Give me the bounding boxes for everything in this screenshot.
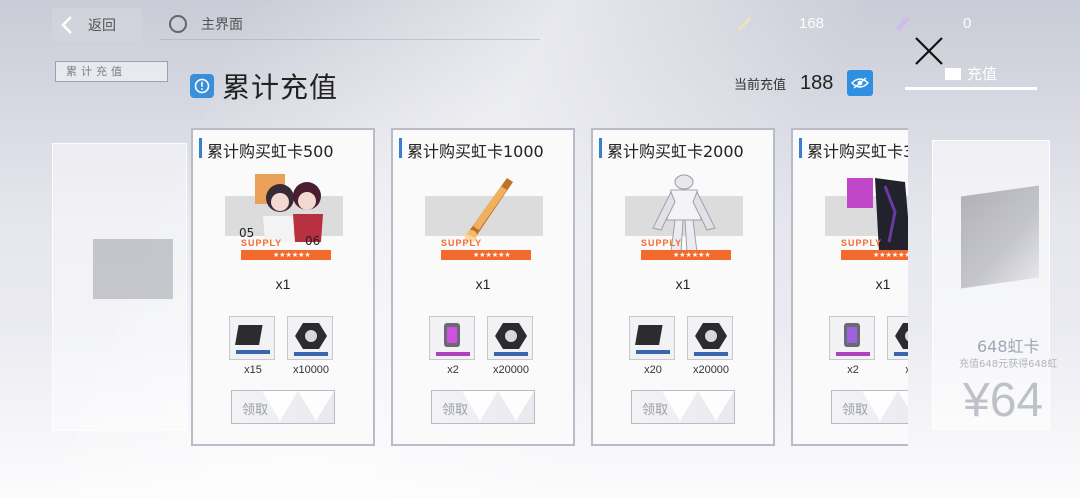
- claim-label: 领取: [642, 403, 669, 418]
- supply-label: SUPPLY: [241, 238, 283, 248]
- reward-card-title: 累计购买虹卡500: [199, 138, 369, 161]
- nut-icon: [687, 316, 733, 360]
- chip-icon: [229, 316, 275, 360]
- vial-icon: [829, 316, 875, 360]
- main-reward-item[interactable]: 05 06 SUPPLY ★★★★★★: [225, 172, 343, 262]
- home-icon: [169, 14, 187, 33]
- reward-card: 累计购买虹卡3 SUPPLY ★★★★★★ x1 x2 x 领取: [791, 128, 908, 446]
- reward-card-list[interactable]: 累计购买虹卡500 05 06 SUPPLY ★★★★★★ x1 x15 x10…: [188, 128, 908, 448]
- sub-reward-item[interactable]: x20000: [687, 316, 735, 376]
- sub-reward-qty: x15: [244, 364, 262, 376]
- current-topup: 当前充值 188: [734, 70, 874, 96]
- main-reward-qty: x1: [475, 276, 491, 292]
- background-tab-label: 累计充值: [55, 61, 168, 82]
- sub-reward-qty: x10000: [292, 364, 330, 376]
- badge-right: 06: [305, 234, 321, 248]
- tab-topup-label: 充值: [966, 65, 997, 83]
- visibility-toggle[interactable]: [847, 70, 874, 96]
- nut-icon: [887, 316, 908, 360]
- eye-icon: [851, 77, 870, 89]
- sub-reward-qty: x2: [847, 364, 859, 376]
- sub-reward-item[interactable]: x2: [429, 316, 477, 376]
- home-button[interactable]: 主界面: [160, 8, 540, 40]
- vial-icon: [429, 316, 475, 360]
- sub-reward-list: x2 x2: [829, 316, 908, 382]
- page-title: 累计充值: [222, 71, 339, 104]
- resource-gem: 168: [735, 14, 824, 32]
- sub-reward-list: x20 x20000: [629, 316, 741, 382]
- back-label: 返回: [88, 18, 116, 34]
- rarity-stars: ★★★★★★: [473, 251, 511, 259]
- background-card-price: ¥64: [963, 374, 1044, 427]
- background-card-648: 648虹卡 充值648元获得648虹 ¥64: [932, 140, 1057, 430]
- sub-reward-item[interactable]: x2: [829, 316, 877, 376]
- chip-icon: [629, 316, 675, 360]
- sub-reward-qty: x2: [905, 364, 908, 376]
- sub-reward-item[interactable]: x20: [629, 316, 677, 376]
- sub-reward-item[interactable]: x10000: [287, 316, 335, 376]
- claim-button[interactable]: 领取: [631, 390, 735, 424]
- background-card-box-image: [961, 185, 1039, 289]
- rarity-stars: ★★★★★★: [273, 251, 311, 259]
- reward-card: 累计购买虹卡2000 SUPPLY ★★★★★★ x1 x20 x20000 领…: [591, 128, 775, 446]
- claim-label: 领取: [842, 403, 869, 418]
- resource-card: 0: [893, 14, 971, 32]
- claim-button[interactable]: 领取: [231, 390, 335, 424]
- background-card-left: [52, 143, 187, 431]
- reward-card: 累计购买虹卡1000 SUPPLY ★★★★★★ x1 x2 x20000 领取: [391, 128, 575, 446]
- back-button[interactable]: 返回: [52, 8, 142, 42]
- reward-card: 累计购买虹卡500 05 06 SUPPLY ★★★★★★ x1 x15 x10…: [191, 128, 375, 446]
- main-reward-qty: x1: [675, 276, 691, 292]
- current-topup-value: 188: [800, 71, 834, 94]
- main-reward-item[interactable]: SUPPLY ★★★★★★: [825, 172, 908, 262]
- supply-label: SUPPLY: [641, 238, 683, 248]
- sub-reward-list: x2 x20000: [429, 316, 541, 382]
- wallet-icon: [944, 67, 961, 80]
- sub-reward-list: x15 x10000: [229, 316, 341, 382]
- chevron-left-icon: [52, 8, 82, 42]
- rarity-stars: ★★★★★★: [673, 251, 711, 259]
- main-reward-qty: x1: [875, 276, 891, 292]
- claim-button[interactable]: 领取: [431, 390, 535, 424]
- main-reward-item[interactable]: SUPPLY ★★★★★★: [425, 172, 543, 262]
- supply-label: SUPPLY: [841, 238, 883, 248]
- background-card-image: [93, 239, 173, 299]
- home-label: 主界面: [201, 16, 243, 33]
- background-card-title: 648虹卡: [977, 337, 1040, 356]
- reward-card-title: 累计购买虹卡2000: [599, 138, 769, 161]
- nut-icon: [487, 316, 533, 360]
- card-count: 0: [963, 14, 972, 32]
- gem-count: 168: [799, 14, 825, 32]
- sub-reward-qty: x20000: [692, 364, 730, 376]
- card-icon: [896, 16, 910, 31]
- sub-reward-item[interactable]: x2: [887, 316, 908, 376]
- claim-label: 领取: [242, 403, 269, 418]
- claim-button[interactable]: 领取: [831, 390, 908, 424]
- gem-icon: [738, 17, 751, 31]
- claim-label: 领取: [442, 403, 469, 418]
- sub-reward-qty: x2: [447, 364, 459, 376]
- current-topup-label: 当前充值: [734, 77, 787, 93]
- tab-topup[interactable]: 充值: [905, 60, 1037, 90]
- main-reward-qty: x1: [275, 276, 291, 292]
- nut-icon: [287, 316, 333, 360]
- info-icon: [190, 74, 214, 98]
- reward-card-title: 累计购买虹卡3: [799, 138, 908, 161]
- sub-reward-item[interactable]: x15: [229, 316, 277, 376]
- reward-card-title: 累计购买虹卡1000: [399, 138, 569, 161]
- panel-header: 累计充值: [190, 66, 338, 106]
- sub-reward-qty: x20: [644, 364, 662, 376]
- sub-reward-item[interactable]: x20000: [487, 316, 535, 376]
- supply-label: SUPPLY: [441, 238, 483, 248]
- sub-reward-qty: x20000: [492, 364, 530, 376]
- rarity-stars: ★★★★★★: [873, 251, 908, 259]
- background-card-subtitle: 充值648元获得648虹: [959, 359, 1058, 370]
- main-reward-item[interactable]: SUPPLY ★★★★★★: [625, 172, 743, 262]
